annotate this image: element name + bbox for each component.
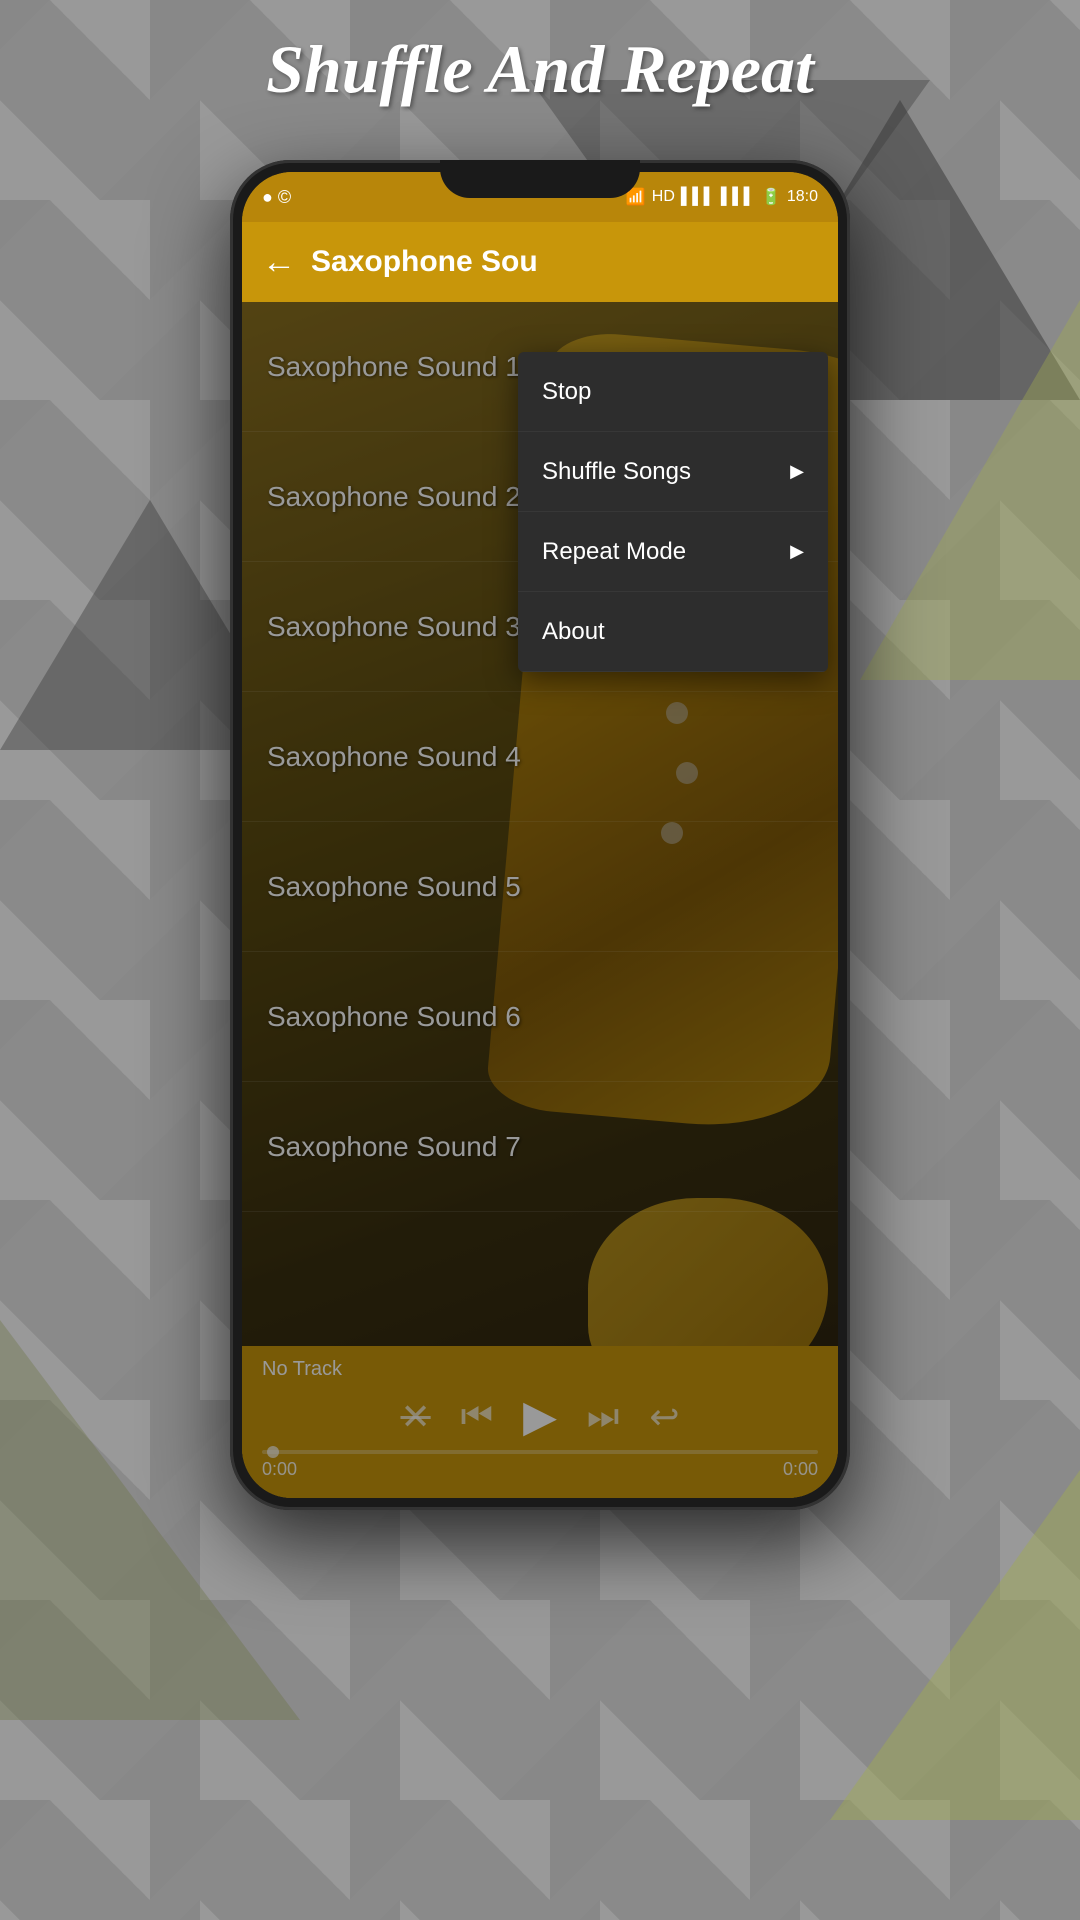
menu-item-stop[interactable]: Stop <box>518 352 828 432</box>
menu-repeat-label: Repeat Mode <box>542 538 686 566</box>
time-display: 18:0 <box>787 188 818 206</box>
page-title: Shuffle And Repeat <box>0 30 1080 109</box>
app-header: ← Saxophone Sou <box>242 222 838 302</box>
menu-shuffle-label: Shuffle Songs <box>542 458 691 486</box>
menu-about-label: About <box>542 618 605 646</box>
hd-badge: HD <box>652 188 675 206</box>
phone-notch <box>440 160 640 198</box>
volume-up-button[interactable] <box>847 440 850 520</box>
screen-content: ● © 📶 HD ▌▌▌ ▌▌▌ 🔋 18:0 ← Saxophone Sou <box>242 172 838 1498</box>
signal-icon-2: ▌▌▌ <box>721 188 755 206</box>
menu-item-shuffle[interactable]: Shuffle Songs ▶ <box>518 432 828 512</box>
status-left: ● © <box>262 187 291 208</box>
phone-frame: ● © 📶 HD ▌▌▌ ▌▌▌ 🔋 18:0 ← Saxophone Sou <box>230 160 850 1510</box>
context-menu: Stop Shuffle Songs ▶ Repeat Mode ▶ About <box>518 352 828 672</box>
back-button[interactable]: ← <box>262 243 296 282</box>
phone-screen: ● © 📶 HD ▌▌▌ ▌▌▌ 🔋 18:0 ← Saxophone Sou <box>242 172 838 1498</box>
status-icon: © <box>278 187 291 208</box>
context-menu-overlay[interactable]: Stop Shuffle Songs ▶ Repeat Mode ▶ About <box>242 302 838 1498</box>
battery-icon: 🔋 <box>761 187 781 207</box>
header-title: Saxophone Sou <box>311 245 818 279</box>
status-indicator: ● <box>262 187 273 208</box>
menu-stop-label: Stop <box>542 378 591 406</box>
status-right: 📶 HD ▌▌▌ ▌▌▌ 🔋 18:0 <box>626 187 818 207</box>
repeat-arrow-icon: ▶ <box>790 541 804 562</box>
menu-item-about[interactable]: About <box>518 592 828 672</box>
bg-triangle-5 <box>830 1470 1080 1820</box>
shuffle-arrow-icon: ▶ <box>790 461 804 482</box>
volume-down-button[interactable] <box>847 540 850 620</box>
menu-item-repeat[interactable]: Repeat Mode ▶ <box>518 512 828 592</box>
signal-icon-1: ▌▌▌ <box>681 188 715 206</box>
